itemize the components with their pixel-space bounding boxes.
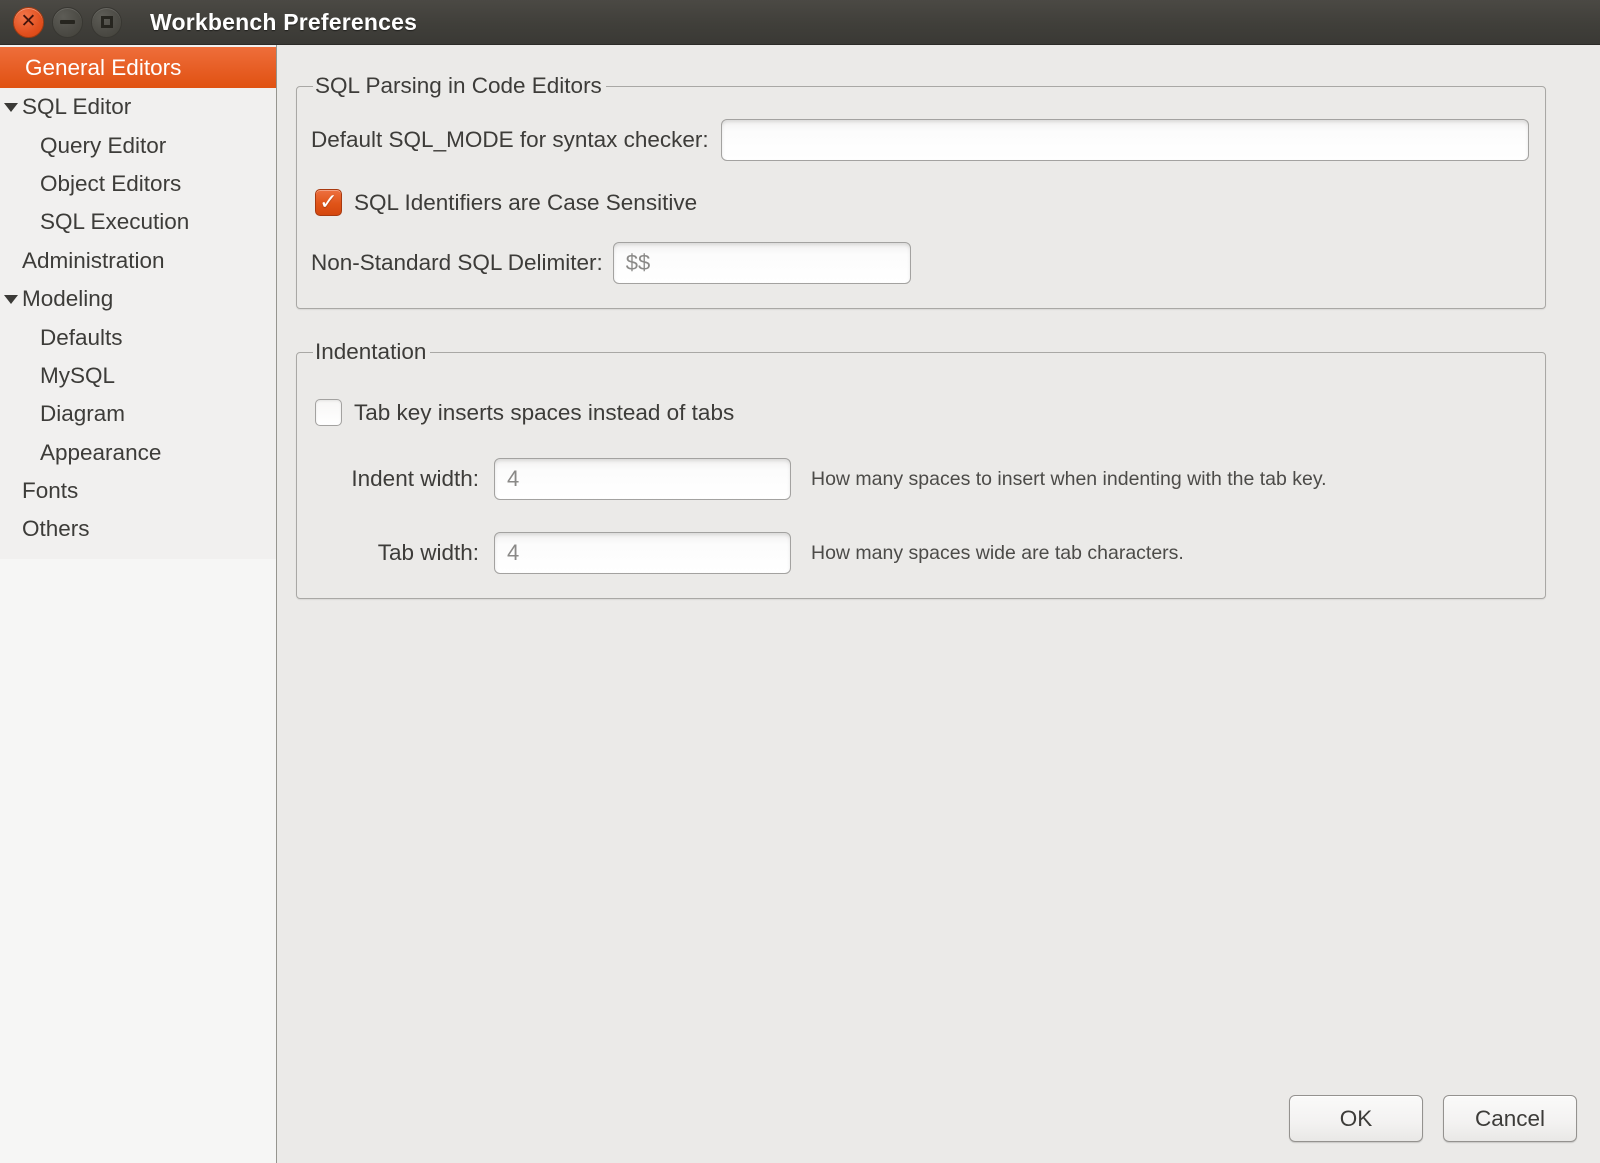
minimize-button[interactable]: [52, 7, 83, 38]
sidebar-item-label: Defaults: [0, 325, 123, 351]
preferences-main-panel: SQL Parsing in Code Editors Default SQL_…: [277, 45, 1600, 1163]
sidebar-item-others[interactable]: Others: [0, 510, 276, 548]
tab-width-label: Tab width:: [311, 540, 479, 566]
preferences-sidebar: General Editors SQL Editor Query Editor …: [0, 45, 277, 1163]
tab-width-input[interactable]: [494, 532, 791, 574]
sidebar-item-label: Query Editor: [0, 133, 166, 159]
sidebar-item-label: SQL Editor: [18, 94, 131, 120]
sql-mode-input[interactable]: [721, 119, 1529, 161]
tab-spaces-row: Tab key inserts spaces instead of tabs: [311, 399, 1529, 426]
sidebar-item-administration[interactable]: Administration: [0, 242, 276, 280]
tab-width-help: How many spaces wide are tab characters.: [811, 542, 1184, 565]
sidebar-item-general-editors[interactable]: General Editors: [0, 47, 276, 88]
tab-spaces-label: Tab key inserts spaces instead of tabs: [354, 400, 734, 426]
sidebar-item-sql-execution[interactable]: SQL Execution: [0, 203, 276, 241]
tab-spaces-checkbox[interactable]: [315, 399, 342, 426]
delimiter-row: Non-Standard SQL Delimiter:: [311, 242, 1529, 284]
case-sensitive-row: ✓ SQL Identifiers are Case Sensitive: [311, 189, 1529, 216]
close-icon: ✕: [21, 12, 37, 31]
sidebar-item-mysql[interactable]: MySQL: [0, 357, 276, 395]
sql-mode-row: Default SQL_MODE for syntax checker:: [311, 119, 1529, 161]
checkmark-icon: ✓: [319, 191, 337, 213]
chevron-down-icon[interactable]: [4, 295, 18, 304]
delimiter-input[interactable]: [613, 242, 911, 284]
indentation-group: Indentation Tab key inserts spaces inste…: [296, 339, 1546, 599]
indent-width-help: How many spaces to insert when indenting…: [811, 468, 1327, 491]
sidebar-item-label: Others: [0, 516, 90, 542]
sidebar-item-label: Administration: [0, 248, 165, 274]
delimiter-label: Non-Standard SQL Delimiter:: [311, 250, 603, 276]
sidebar-item-label: Modeling: [18, 286, 113, 312]
sidebar-item-label: Fonts: [0, 478, 78, 504]
case-sensitive-label: SQL Identifiers are Case Sensitive: [354, 190, 697, 216]
sql-mode-label: Default SQL_MODE for syntax checker:: [311, 127, 709, 153]
sidebar-item-label: SQL Execution: [0, 209, 189, 235]
sql-parsing-group-title: SQL Parsing in Code Editors: [313, 73, 606, 99]
sidebar-item-label: Object Editors: [0, 171, 181, 197]
sidebar-item-diagram[interactable]: Diagram: [0, 395, 276, 433]
minimize-icon: [60, 20, 75, 24]
indent-width-row: Indent width: How many spaces to insert …: [311, 458, 1529, 500]
indent-width-label: Indent width:: [311, 466, 479, 492]
sidebar-item-fonts[interactable]: Fonts: [0, 472, 276, 510]
tab-width-row: Tab width: How many spaces wide are tab …: [311, 532, 1529, 574]
maximize-icon: [101, 16, 113, 28]
sidebar-item-sql-editor[interactable]: SQL Editor: [0, 88, 276, 126]
sidebar-item-label: Appearance: [0, 440, 161, 466]
indentation-group-title: Indentation: [313, 339, 430, 365]
window-title: Workbench Preferences: [150, 9, 417, 36]
ok-button[interactable]: OK: [1289, 1095, 1423, 1142]
window-controls: ✕: [0, 7, 122, 38]
dialog-action-bar: OK Cancel: [1289, 1095, 1577, 1142]
case-sensitive-checkbox[interactable]: ✓: [315, 189, 342, 216]
sql-parsing-group: SQL Parsing in Code Editors Default SQL_…: [296, 73, 1546, 309]
indent-width-input[interactable]: [494, 458, 791, 500]
sidebar-item-label: General Editors: [0, 55, 181, 81]
sidebar-item-appearance[interactable]: Appearance: [0, 434, 276, 472]
chevron-down-icon[interactable]: [4, 103, 18, 112]
close-button[interactable]: ✕: [13, 7, 44, 38]
sidebar-item-modeling[interactable]: Modeling: [0, 280, 276, 318]
sidebar-item-label: MySQL: [0, 363, 115, 389]
sidebar-item-label: Diagram: [0, 401, 125, 427]
maximize-button[interactable]: [91, 7, 122, 38]
sidebar-tree: General Editors SQL Editor Query Editor …: [0, 45, 276, 559]
sidebar-item-query-editor[interactable]: Query Editor: [0, 126, 276, 164]
titlebar: ✕ Workbench Preferences: [0, 0, 1600, 45]
sidebar-item-object-editors[interactable]: Object Editors: [0, 165, 276, 203]
sidebar-item-defaults[interactable]: Defaults: [0, 318, 276, 356]
cancel-button[interactable]: Cancel: [1443, 1095, 1577, 1142]
